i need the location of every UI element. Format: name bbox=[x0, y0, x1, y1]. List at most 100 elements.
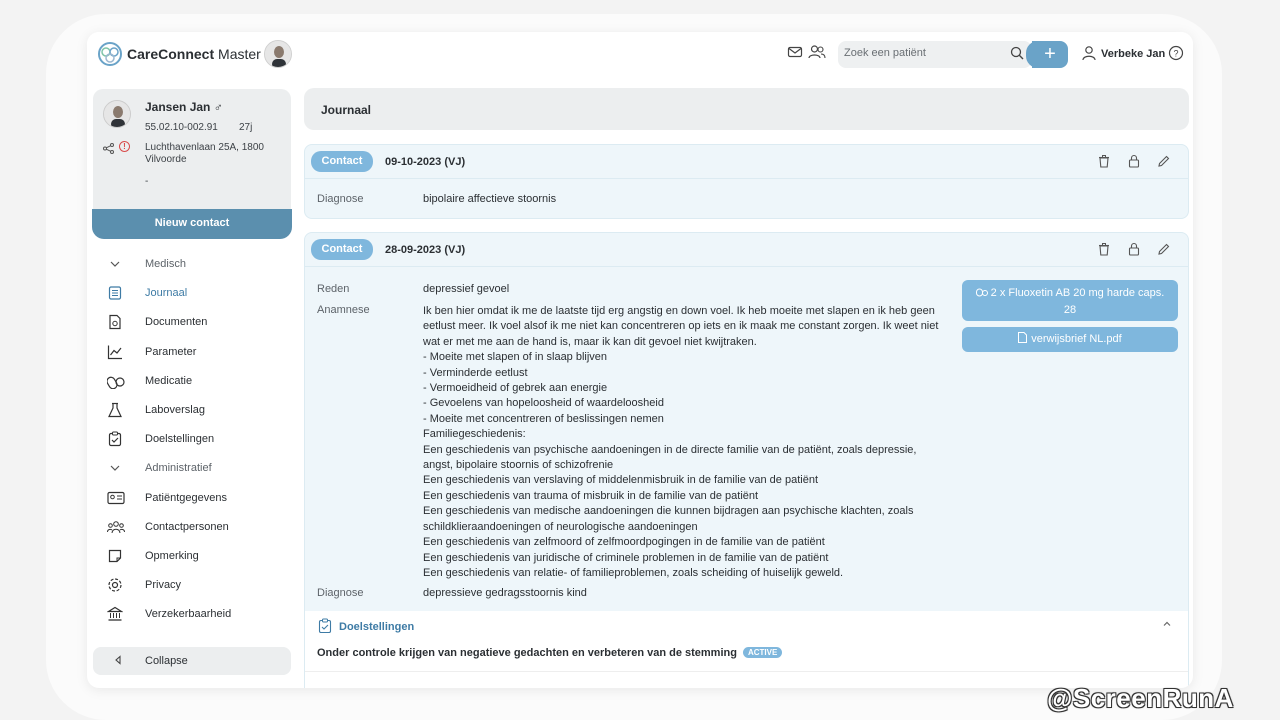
file-icon bbox=[1018, 328, 1028, 353]
new-contact-button[interactable]: Nieuw contact bbox=[92, 209, 292, 239]
sidebar-item-laboverslag[interactable]: Laboverslag bbox=[87, 396, 297, 425]
sidebar-item-label: Doelstellingen bbox=[145, 433, 215, 446]
alert-icon[interactable]: ! bbox=[119, 141, 130, 152]
document-button[interactable]: verwijsbrief NL.pdf bbox=[962, 327, 1178, 352]
sidebar-item-label: Parameter bbox=[145, 345, 197, 358]
contact-tag[interactable]: Contact bbox=[311, 151, 373, 172]
note-icon bbox=[107, 548, 123, 564]
search-icon[interactable] bbox=[1010, 46, 1024, 65]
sidebar-item-opmerking[interactable]: Opmerking bbox=[87, 542, 297, 571]
sidebar-item-label: Contactpersonen bbox=[145, 520, 229, 533]
entry-actions bbox=[1097, 154, 1172, 170]
doctor-avatar[interactable] bbox=[264, 40, 292, 68]
anamnese-label: Anamnese bbox=[317, 304, 370, 316]
bank-icon bbox=[106, 606, 124, 622]
patient-extra: - bbox=[145, 176, 149, 187]
contact-tag[interactable]: Contact bbox=[311, 239, 373, 260]
goal-text: Onder controle krijgen van negatieve ged… bbox=[317, 647, 737, 659]
id-card-icon bbox=[107, 490, 125, 506]
goals-section: Doelstellingen Onder controle krijgen va… bbox=[305, 611, 1188, 688]
svg-text:?: ? bbox=[1173, 49, 1178, 59]
flask-icon bbox=[107, 402, 123, 418]
sidebar-group-administratief[interactable]: Administratief bbox=[87, 454, 297, 483]
sidebar-nav: Medisch Journaal Documenten Parameter Me… bbox=[87, 250, 297, 629]
mail-icon[interactable] bbox=[787, 44, 805, 62]
chevron-down-icon bbox=[107, 460, 123, 476]
journal-entry: Contact 28-09-2023 (VJ) Reden depressief… bbox=[304, 232, 1189, 688]
lock-icon[interactable] bbox=[1127, 242, 1141, 256]
top-bar: CareConnect Master + Verbeke Jan bbox=[87, 32, 1193, 78]
app-window: CareConnect Master + Verbeke Jan bbox=[87, 32, 1193, 688]
patient-id: 55.02.10-002.91 bbox=[145, 122, 218, 133]
patient-name: Jansen Jan ♂ bbox=[145, 100, 223, 114]
collapse-label: Collapse bbox=[145, 655, 188, 667]
medication-button[interactable]: 2 x Fluoxetin AB 20 mg harde caps. 28 bbox=[962, 280, 1178, 321]
watermark: @ScreenRunA bbox=[1047, 683, 1234, 713]
user-name[interactable]: Verbeke Jan bbox=[1101, 48, 1165, 60]
diagnose-label: Diagnose bbox=[317, 193, 364, 205]
pills-icon bbox=[106, 373, 125, 390]
help-icon[interactable]: ? bbox=[1168, 45, 1184, 66]
page-title: Journaal bbox=[321, 103, 372, 117]
sidebar-item-verzekerbaarheid[interactable]: Verzekerbaarheid bbox=[87, 600, 297, 629]
reden-value: depressief gevoel bbox=[423, 283, 510, 295]
sidebar-item-documenten[interactable]: Documenten bbox=[87, 308, 297, 337]
sidebar-item-journaal[interactable]: Journaal bbox=[87, 279, 297, 308]
sidebar-item-medicatie[interactable]: Medicatie bbox=[87, 367, 297, 396]
sidebar-item-label: Medicatie bbox=[145, 374, 193, 387]
entry-header: Contact 28-09-2023 (VJ) bbox=[305, 233, 1188, 267]
user-icon[interactable] bbox=[1081, 45, 1097, 66]
lock-icon[interactable] bbox=[1127, 154, 1141, 168]
patient-avatar bbox=[103, 100, 131, 128]
sidebar-item-patientgegevens[interactable]: Patiëntgegevens bbox=[87, 484, 297, 513]
chevron-down-icon bbox=[107, 256, 123, 272]
gear-icon bbox=[107, 577, 123, 593]
people-icon[interactable] bbox=[808, 44, 826, 62]
app-logo-icon[interactable] bbox=[97, 41, 123, 67]
clipboard-icon bbox=[107, 431, 123, 447]
share-icon[interactable] bbox=[103, 143, 114, 157]
entry-date: 28-09-2023 (VJ) bbox=[385, 244, 466, 256]
status-badge: ACTIVE bbox=[742, 647, 783, 658]
medication-label: 2 x Fluoxetin AB 20 mg harde caps. 28 bbox=[990, 287, 1165, 316]
goals-title[interactable]: Doelstellingen bbox=[339, 621, 414, 633]
edit-icon[interactable] bbox=[1157, 154, 1171, 168]
add-button[interactable]: + bbox=[1026, 41, 1068, 68]
sidebar-item-label: Verzekerbaarheid bbox=[145, 608, 232, 621]
sidebar-item-contactpersonen[interactable]: Contactpersonen bbox=[87, 513, 297, 542]
trash-icon[interactable] bbox=[1097, 242, 1111, 256]
contacts-icon bbox=[107, 519, 125, 535]
collapse-button[interactable]: Collapse bbox=[93, 647, 291, 675]
sidebar-item-label: Medisch bbox=[145, 258, 186, 270]
chevron-up-icon[interactable] bbox=[1162, 619, 1172, 632]
patient-age: 27j bbox=[239, 122, 253, 133]
chart-icon bbox=[107, 344, 123, 360]
entry-actions bbox=[1097, 242, 1172, 258]
pills-icon bbox=[975, 287, 988, 303]
journal-icon bbox=[107, 285, 123, 301]
sidebar-item-parameter[interactable]: Parameter bbox=[87, 338, 297, 367]
anamnese-text: Ik ben hier omdat ik me de laatste tijd … bbox=[423, 305, 939, 579]
reden-label: Reden bbox=[317, 283, 350, 295]
sidebar-item-label: Administratief bbox=[145, 462, 212, 475]
edit-icon[interactable] bbox=[1157, 242, 1171, 256]
diagnose-value: bipolaire affectieve stoornis bbox=[423, 193, 557, 205]
page-header: Journaal bbox=[304, 88, 1189, 130]
patient-address: Luchthavenlaan 25A, 1800 Vilvoorde bbox=[145, 142, 264, 165]
sidebar-item-privacy[interactable]: Privacy bbox=[87, 571, 297, 600]
goal-item: Onder controle krijgen van negatieve ged… bbox=[317, 647, 783, 659]
clipboard-icon bbox=[318, 618, 332, 638]
sidebar-group-medisch[interactable]: Medisch bbox=[87, 250, 297, 279]
sidebar-item-label: Documenten bbox=[145, 316, 208, 329]
sidebar-item-doelstellingen[interactable]: Doelstellingen bbox=[87, 425, 297, 454]
journal-entry: Contact 09-10-2023 (VJ) Diagnose bipolai… bbox=[304, 144, 1189, 219]
trash-icon[interactable] bbox=[1097, 154, 1111, 168]
search-input[interactable] bbox=[844, 47, 1004, 59]
sidebar-item-label: Patiëntgegevens bbox=[145, 491, 227, 504]
app-title-bold: CareConnect bbox=[127, 46, 215, 62]
diagnose-label: Diagnose bbox=[317, 587, 364, 599]
divider bbox=[305, 671, 1188, 672]
app-title-light: Master bbox=[218, 46, 261, 62]
app-title[interactable]: CareConnect Master bbox=[127, 46, 261, 62]
patient-search[interactable] bbox=[838, 41, 1032, 68]
